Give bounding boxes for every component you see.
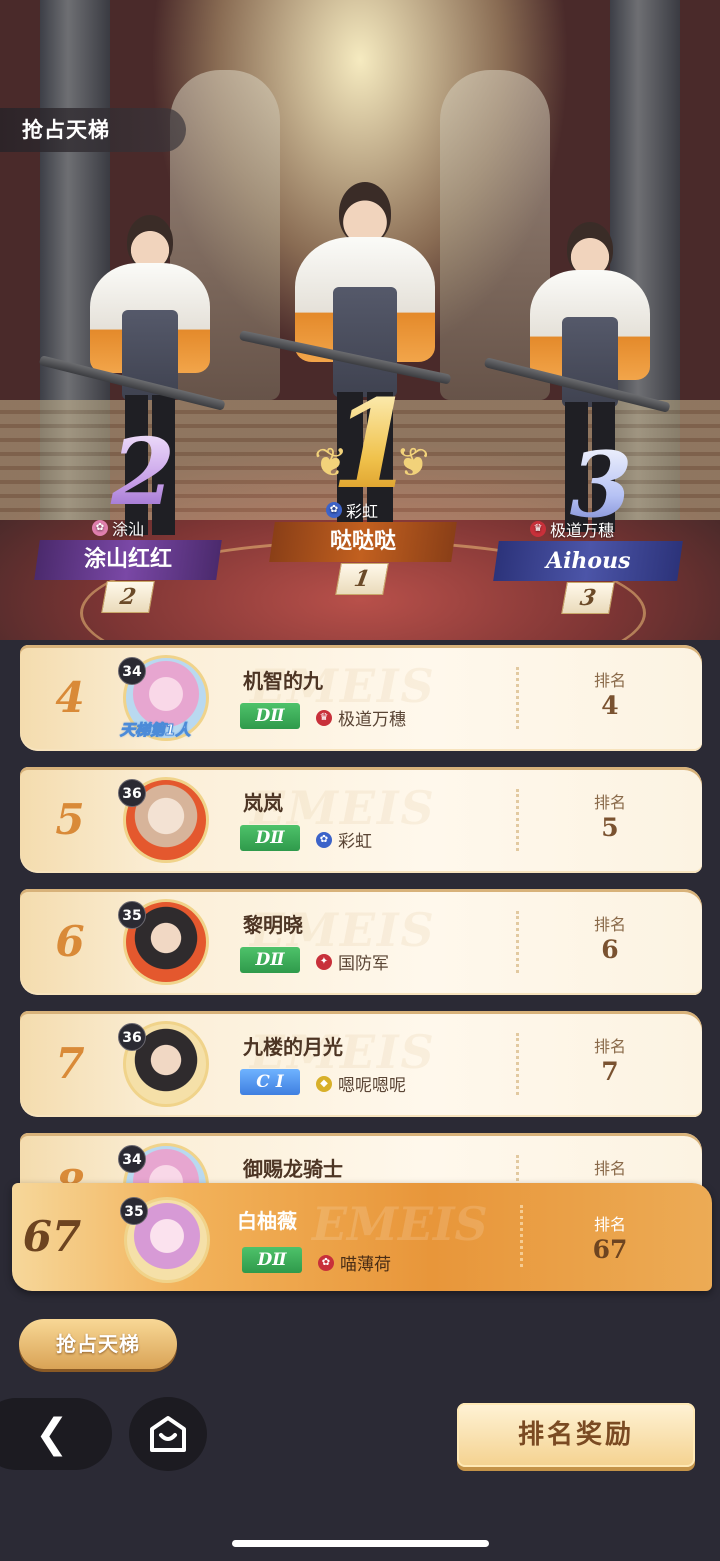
podium-2-guild: ✿ 涂汕 — [92, 516, 144, 540]
player-name: 机智的九 — [243, 669, 323, 693]
player-name: 岚岚 — [243, 791, 283, 815]
list-position: 7 — [55, 1039, 85, 1088]
rank-reward-button[interactable]: 排名奖励 — [457, 1403, 695, 1467]
player-guild-name: 国防军 — [338, 954, 389, 974]
my-rank-value: 67 — [592, 1235, 628, 1264]
player-guild-name: 嗯呢嗯呢 — [338, 1076, 406, 1096]
list-position: 5 — [55, 795, 85, 844]
flower-guild-icon: ✿ — [318, 1254, 334, 1271]
player-guild: ◆ 嗯呢嗯呢 — [316, 1071, 406, 1096]
rank-label: 排名 — [593, 793, 626, 812]
home-button[interactable] — [129, 1397, 207, 1471]
rank-label: 排名 — [593, 915, 626, 934]
podium-2-nameplate[interactable]: 涂山红红 — [34, 540, 222, 580]
player-name: 九楼的月光 — [243, 1035, 343, 1059]
rank-label: 排名 — [593, 671, 626, 690]
rank-value: 6 — [601, 935, 619, 964]
divider — [516, 911, 519, 973]
level-badge: 34 — [118, 1145, 146, 1173]
list-item[interactable]: 7 EMEIS 36 九楼的月光 C Ⅰ ◆ 嗯呢嗯呢 排名 7 — [20, 1011, 702, 1117]
ladder-first-badge: 天梯第1人 — [119, 721, 191, 740]
podium-1-guild: ✿ 彩虹 — [326, 498, 378, 522]
player-guild-name: 极道万穗 — [338, 710, 406, 730]
my-rank-row[interactable]: 67 EMEIS 35 白柚薇 DⅡ ✿ 喵薄荷 排名 67 — [12, 1183, 712, 1291]
back-button[interactable]: ❮ — [0, 1398, 112, 1470]
player-guild: ♛ 极道万穗 — [316, 705, 406, 730]
crown-guild-icon: ♛ — [316, 709, 332, 726]
podium-3-name: Aihous — [545, 548, 631, 574]
my-position: 67 — [22, 1212, 82, 1261]
podium-scene: ❦ ❦ 1 2 3 ✿ 彩虹 ✿ 涂汕 ♛ 极道万穗 哒哒哒 涂山红红 Aiho… — [0, 0, 720, 640]
my-rank-label: 排名 — [593, 1215, 626, 1234]
podium-2-guild-name: 涂汕 — [112, 520, 145, 539]
podium-3-guild-name: 极道万穗 — [550, 521, 615, 540]
rank-value: 4 — [601, 691, 619, 720]
home-indicator[interactable] — [232, 1540, 489, 1547]
podium-1-nameplate[interactable]: 哒哒哒 — [269, 522, 457, 562]
level-badge: 34 — [118, 657, 146, 685]
list-position: 4 — [55, 673, 85, 722]
podium-1-guild-name: 彩虹 — [346, 502, 379, 521]
rose-guild-icon: ✿ — [92, 520, 108, 536]
podium-1-rank-chip: 1 — [335, 563, 389, 595]
home-icon — [150, 1416, 186, 1452]
rank-1-numeral: 1 — [328, 372, 418, 516]
level-badge: 36 — [118, 1023, 146, 1051]
row-watermark: EMEIS — [312, 1197, 488, 1251]
rank-label: 排名 — [593, 1037, 626, 1056]
diamond-guild-icon: ◆ — [316, 1075, 332, 1092]
tier-badge: DⅡ — [240, 947, 300, 973]
divider — [516, 1033, 519, 1095]
page-title: 抢占天梯 — [0, 108, 186, 152]
podium-2-name: 涂山红红 — [83, 547, 172, 572]
rainbow-guild-icon: ✿ — [326, 502, 342, 518]
player-name: 黎明晓 — [243, 913, 303, 937]
my-tier-badge: DⅡ — [242, 1247, 302, 1273]
my-level-badge: 35 — [120, 1197, 148, 1225]
podium-3-rank-chip: 3 — [561, 582, 615, 614]
list-item[interactable]: 5 EMEIS 36 岚岚 DⅡ ✿ 彩虹 排名 5 — [20, 767, 702, 873]
podium-3-nameplate[interactable]: Aihous — [493, 541, 683, 581]
podium-1-name: 哒哒哒 — [329, 529, 396, 554]
rank-label: 排名 — [593, 1159, 626, 1178]
level-badge: 35 — [118, 901, 146, 929]
player-guild: ✦ 国防军 — [316, 949, 389, 974]
crown-guild-icon: ♛ — [530, 521, 546, 537]
my-name: 白柚薇 — [237, 1209, 297, 1233]
my-guild-name: 喵薄荷 — [340, 1255, 391, 1275]
rainbow-guild-icon: ✿ — [316, 831, 332, 848]
player-guild-name: 彩虹 — [338, 832, 372, 852]
tier-badge: DⅡ — [240, 703, 300, 729]
tier-badge: C Ⅰ — [240, 1069, 300, 1095]
list-position: 6 — [55, 917, 85, 966]
player-guild: ✿ 彩虹 — [316, 827, 372, 852]
list-item[interactable]: 6 EMEIS 35 黎明晓 DⅡ ✦ 国防军 排名 6 — [20, 889, 702, 995]
chevron-left-icon: ❮ — [35, 1411, 69, 1457]
player-name: 御赐龙骑士 — [243, 1157, 343, 1181]
rank-value: 7 — [601, 1057, 619, 1086]
podium-3-guild: ♛ 极道万穗 — [530, 517, 614, 541]
seize-ladder-button[interactable]: 抢占天梯 — [19, 1319, 177, 1369]
tier-badge: DⅡ — [240, 825, 300, 851]
divider — [516, 667, 519, 729]
divider — [520, 1205, 523, 1267]
divider — [516, 789, 519, 851]
level-badge: 36 — [118, 779, 146, 807]
my-guild: ✿ 喵薄荷 — [318, 1250, 391, 1275]
rank-value: 5 — [601, 813, 619, 842]
star-guild-icon: ✦ — [316, 953, 332, 970]
rank-2-numeral: 2 — [98, 418, 188, 526]
podium-2-rank-chip: 2 — [101, 581, 155, 613]
list-item[interactable]: 4 EMEIS 34 天梯第1人 机智的九 DⅡ ♛ 极道万穗 排名 4 — [20, 645, 702, 751]
